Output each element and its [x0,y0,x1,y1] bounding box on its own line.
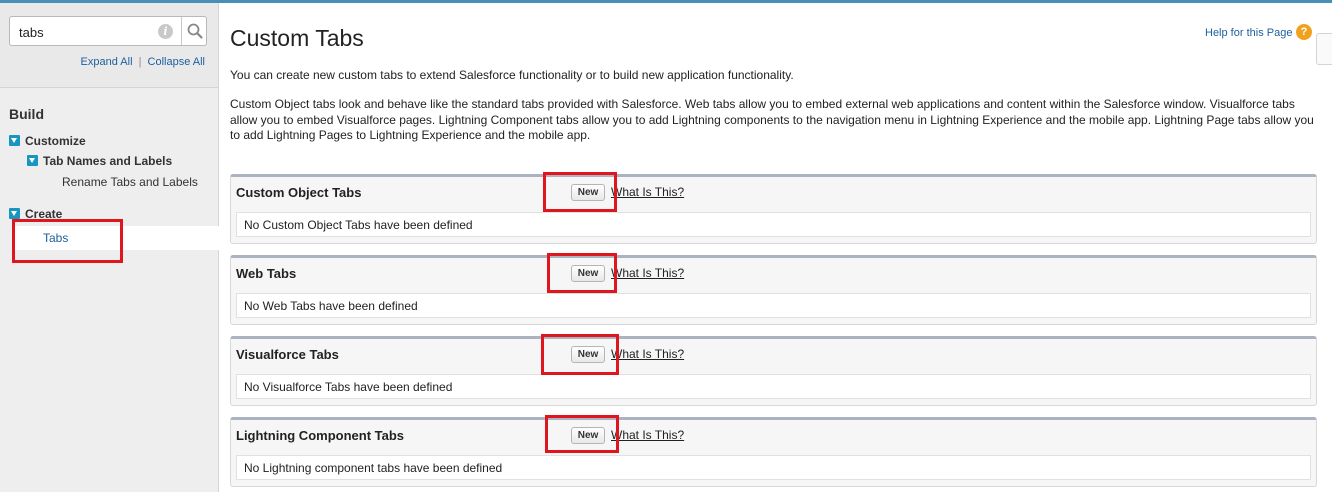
scrollbar-handle[interactable] [1316,33,1332,65]
description-text: Custom Object tabs look and behave like … [230,97,1314,142]
info-icon[interactable]: i [158,24,173,39]
chevron-down-icon[interactable] [9,208,20,219]
section-web-tabs: Web Tabs New What Is This? No Web Tabs h… [230,255,1317,325]
empty-message: No Lightning component tabs have been de… [244,461,503,475]
what-is-this-link[interactable]: What Is This? [611,347,684,361]
section-title: Web Tabs [236,266,297,281]
section-title: Visualforce Tabs [236,347,339,362]
main-content: Custom Tabs Help for this Page ? You can… [219,3,1332,492]
tree-item-customize[interactable]: Customize [9,134,86,148]
build-heading: Build [9,106,44,122]
section-title: Lightning Component Tabs [236,428,405,443]
empty-message-row: No Lightning component tabs have been de… [236,455,1311,480]
section-visualforce-tabs: Visualforce Tabs New What Is This? No Vi… [230,336,1317,406]
expand-all-link[interactable]: Expand All [81,56,133,68]
highlight-box-new-button [545,415,619,453]
empty-message: No Visualforce Tabs have been defined [244,380,453,394]
empty-message: No Custom Object Tabs have been defined [244,218,473,232]
highlight-box-new-button [543,172,617,212]
section-title: Custom Object Tabs [236,185,362,200]
quick-find-box: i [9,16,207,46]
highlight-box-new-button [547,253,617,293]
highlight-box-tabs [12,219,123,263]
chevron-down-icon[interactable] [9,135,20,146]
highlight-box-new-button [541,334,619,375]
intro-text: You can create new custom tabs to extend… [230,68,794,82]
tree-item-rename-tabs-and-labels[interactable]: Rename Tabs and Labels [62,175,198,189]
empty-message-row: No Visualforce Tabs have been defined [236,374,1311,399]
link-separator: | [138,56,142,68]
search-button[interactable] [183,18,207,44]
search-divider [181,17,182,45]
empty-message-row: No Web Tabs have been defined [236,293,1311,318]
tree-item-label: Rename Tabs and Labels [62,175,198,189]
what-is-this-link[interactable]: What Is This? [611,428,684,442]
search-icon [187,23,203,39]
tree-item-tab-names-and-labels[interactable]: Tab Names and Labels [27,154,172,168]
tree-item-label: Tab Names and Labels [43,154,173,168]
what-is-this-link[interactable]: What Is This? [611,266,684,280]
page-title: Custom Tabs [230,25,364,51]
quick-find-input[interactable] [19,23,149,41]
expand-collapse-links: Expand All | Collapse All [81,56,205,68]
help-icon[interactable]: ? [1296,24,1312,40]
section-lightning-component-tabs: Lightning Component Tabs New What Is Thi… [230,417,1317,487]
quick-find-area: i Expand All | Collapse All [0,3,218,88]
empty-message: No Web Tabs have been defined [244,299,418,313]
section-custom-object-tabs: Custom Object Tabs New What Is This? No … [230,174,1317,244]
help-for-this-page-link[interactable]: Help for this Page [1205,27,1292,39]
tree-item-label: Customize [25,134,86,148]
what-is-this-link[interactable]: What Is This? [611,185,684,199]
empty-message-row: No Custom Object Tabs have been defined [236,212,1311,237]
chevron-down-icon[interactable] [27,155,38,166]
collapse-all-link[interactable]: Collapse All [148,56,205,68]
